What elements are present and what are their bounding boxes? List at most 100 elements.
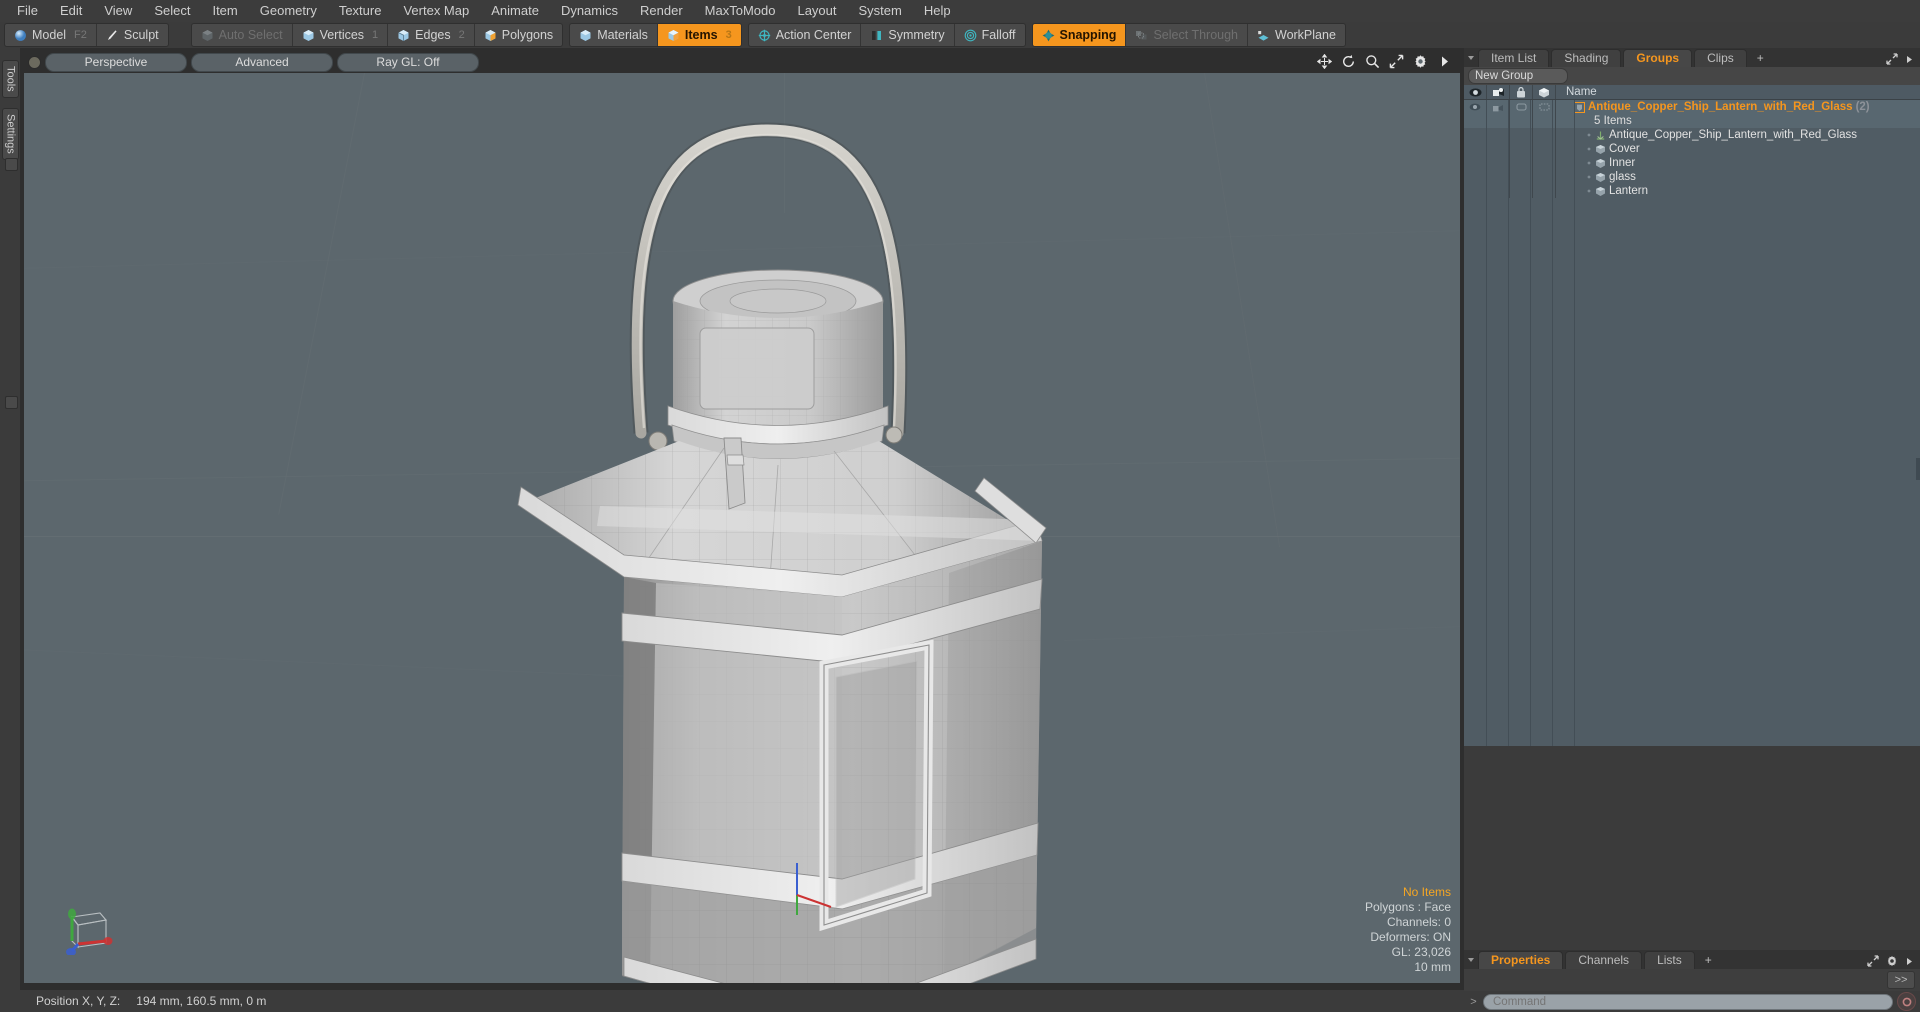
vertices-mode-button[interactable]: Vertices 1 [293, 24, 389, 46]
table-row[interactable]: Antique_Copper_Ship_Lantern_with_Red_Gla… [1464, 128, 1920, 142]
expand-dot-icon[interactable] [1586, 174, 1592, 180]
expand-dot-icon[interactable] [1586, 188, 1592, 194]
action-center-button[interactable]: Action Center [749, 24, 862, 46]
menu-animate[interactable]: Animate [480, 0, 550, 22]
menu-texture[interactable]: Texture [328, 0, 393, 22]
polygons-mode-label: Polygons [501, 28, 554, 42]
menu-geometry[interactable]: Geometry [249, 0, 328, 22]
pan-icon[interactable] [1317, 54, 1332, 69]
gear-icon[interactable] [1413, 54, 1428, 69]
groups-list-body[interactable]: Antique_Copper_Ship_Lantern_with_Red_Gla… [1464, 100, 1920, 746]
table-row[interactable]: Inner [1464, 156, 1920, 170]
maximize-icon[interactable] [1886, 53, 1898, 65]
viewport-projection-selector[interactable]: Perspective [45, 53, 187, 72]
right-panel-menu-arrow[interactable] [1464, 48, 1478, 67]
menu-help[interactable]: Help [913, 0, 962, 22]
rotate-icon[interactable] [1341, 54, 1356, 69]
viewport-menu-dot[interactable] [28, 56, 41, 69]
chevron-right-icon[interactable] [1437, 54, 1452, 69]
menu-maxtomodo[interactable]: MaxToModo [694, 0, 787, 22]
table-row[interactable]: Antique_Copper_Ship_Lantern_with_Red_Gla… [1464, 100, 1920, 114]
tab-clips[interactable]: Clips [1694, 49, 1747, 67]
axis-gizmo[interactable] [62, 903, 114, 955]
item-row-content[interactable]: Inner [1556, 156, 1920, 170]
menu-vertex-map[interactable]: Vertex Map [392, 0, 480, 22]
table-row[interactable]: 5 Items [1464, 114, 1920, 128]
column-visibility[interactable] [1464, 85, 1487, 99]
falloff-button[interactable]: Falloff [955, 24, 1025, 46]
properties-menu-arrow[interactable] [1464, 950, 1478, 969]
gear-icon[interactable] [1886, 955, 1898, 967]
tab-properties[interactable]: Properties [1478, 951, 1564, 969]
table-row[interactable]: glass [1464, 170, 1920, 184]
items-mode-button[interactable]: Items 3 [657, 24, 741, 46]
column-shading[interactable] [1533, 85, 1556, 99]
properties-expand-button[interactable]: >> [1887, 971, 1915, 989]
expand-dot-icon[interactable] [1586, 160, 1592, 166]
select-through-button[interactable]: Select Through [1126, 24, 1248, 46]
snapping-button[interactable]: Snapping [1032, 24, 1127, 46]
left-tab-tools[interactable]: Tools [2, 60, 19, 98]
menu-layout[interactable]: Layout [786, 0, 847, 22]
command-record-button[interactable] [1897, 992, 1916, 1011]
viewport-shading-selector[interactable]: Advanced [191, 53, 333, 72]
expand-dot-icon[interactable] [1586, 146, 1592, 152]
column-divider-4 [1552, 100, 1553, 746]
panel-chevron-icon[interactable] [1905, 55, 1914, 64]
command-input[interactable] [1483, 993, 1893, 1010]
row-render-toggle[interactable] [1487, 100, 1510, 114]
menu-dynamics[interactable]: Dynamics [550, 0, 629, 22]
item-row-content[interactable]: glass [1556, 170, 1920, 184]
column-render-camera[interactable] [1487, 85, 1510, 99]
left-strip-handle[interactable] [5, 158, 18, 171]
panel-resize-handle[interactable] [1916, 458, 1920, 480]
column-lock[interactable] [1510, 85, 1533, 99]
viewport-raygl-toggle[interactable]: Ray GL: Off [337, 53, 479, 72]
auto-select-button[interactable]: Auto Select [192, 24, 293, 46]
menu-system[interactable]: System [848, 0, 913, 22]
symmetry-button[interactable]: Symmetry [861, 24, 955, 46]
zoom-icon[interactable] [1365, 54, 1380, 69]
stat-gl: GL: 23,026 [1391, 945, 1451, 959]
menu-file[interactable]: File [6, 0, 49, 22]
left-tab-settings[interactable]: Settings [2, 108, 19, 160]
table-row[interactable]: Cover [1464, 142, 1920, 156]
group-row-content[interactable]: Antique_Copper_Ship_Lantern_with_Red_Gla… [1556, 100, 1920, 114]
tab-item-list[interactable]: Item List [1478, 49, 1550, 67]
left-strip-collapse-handle[interactable] [5, 396, 18, 409]
menu-view[interactable]: View [93, 0, 143, 22]
item-row-content[interactable]: Lantern [1556, 184, 1920, 198]
tab-add-bottom[interactable]: + [1697, 952, 1720, 969]
new-group-button[interactable]: New Group [1468, 68, 1568, 84]
tab-add[interactable]: + [1749, 50, 1772, 67]
row-visibility-toggle[interactable] [1464, 100, 1487, 114]
menu-select[interactable]: Select [143, 0, 201, 22]
viewport-header: Perspective Advanced Ray GL: Off [24, 52, 1460, 73]
tab-groups[interactable]: Groups [1623, 49, 1693, 67]
materials-mode-button[interactable]: Materials [570, 24, 658, 46]
properties-content: >> [1464, 969, 1920, 991]
fit-icon[interactable] [1389, 54, 1404, 69]
3d-viewport[interactable]: No Items Polygons : Face Channels: 0 Def… [24, 73, 1460, 983]
item-row-content[interactable]: Antique_Copper_Ship_Lantern_with_Red_Gla… [1556, 128, 1920, 142]
group-icon [1574, 101, 1585, 113]
menu-edit[interactable]: Edit [49, 0, 93, 22]
menu-render[interactable]: Render [629, 0, 694, 22]
polygons-mode-button[interactable]: Polygons [475, 24, 562, 46]
menu-item[interactable]: Item [201, 0, 248, 22]
edges-mode-button[interactable]: Edges 2 [388, 24, 475, 46]
table-row[interactable]: Lantern [1464, 184, 1920, 198]
panel-chevron-icon[interactable] [1905, 957, 1914, 966]
maximize-icon[interactable] [1867, 955, 1879, 967]
sculpt-mode-button[interactable]: Sculpt [97, 24, 168, 46]
model-mode-button[interactable]: Model F2 [5, 24, 97, 46]
model-mode-label: Model [32, 28, 67, 42]
workplane-button[interactable]: WorkPlane [1248, 24, 1345, 46]
mesh-icon [1595, 186, 1606, 197]
item-row-content[interactable]: Cover [1556, 142, 1920, 156]
tab-channels[interactable]: Channels [1565, 951, 1643, 969]
tab-shading[interactable]: Shading [1551, 49, 1622, 67]
materials-mode-label: Materials [597, 28, 648, 42]
tab-lists[interactable]: Lists [1644, 951, 1695, 969]
expand-dot-icon[interactable] [1586, 132, 1592, 138]
